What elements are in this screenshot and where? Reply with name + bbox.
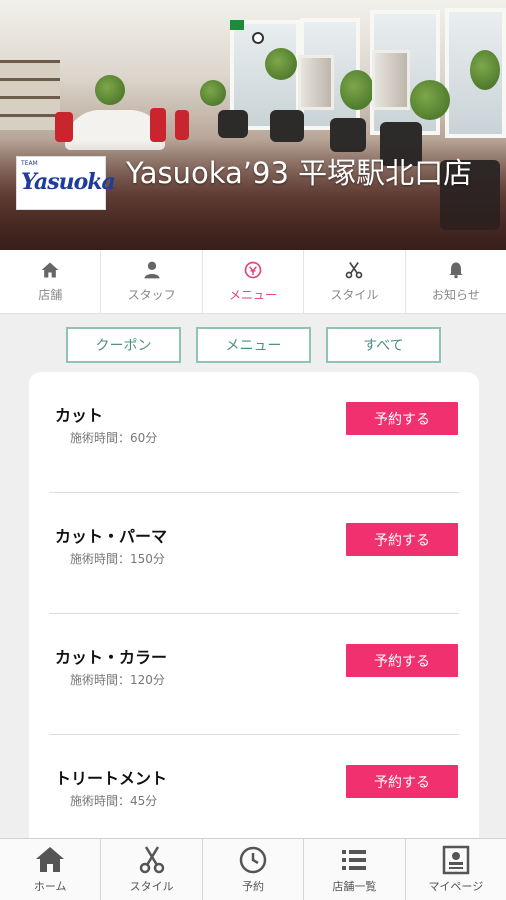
tab-label: メニュー bbox=[229, 288, 278, 302]
filter-menu-button[interactable]: メニュー bbox=[196, 327, 311, 363]
list-icon bbox=[342, 850, 367, 870]
menu-item-name: カット・パーマ bbox=[55, 527, 168, 546]
menu-item-name: カット・カラー bbox=[55, 648, 168, 667]
header-banner: TEAM Yasuoka Yasuoka’93 平塚駅北口店 bbox=[0, 0, 506, 250]
scissors-icon bbox=[346, 262, 363, 279]
bell-icon bbox=[449, 262, 463, 279]
home-icon bbox=[36, 847, 65, 872]
reserve-button[interactable]: 予約する bbox=[346, 402, 458, 435]
shop-logo: TEAM Yasuoka bbox=[16, 156, 116, 210]
nav-label: 店舗一覧 bbox=[332, 880, 377, 893]
tab-label: 店舗 bbox=[38, 288, 63, 302]
menu-item-name: トリートメント bbox=[55, 769, 168, 788]
nav-label: 予約 bbox=[242, 880, 265, 893]
tab-shop[interactable]: 店舗 bbox=[0, 250, 102, 313]
bottom-nav: ホーム スタイル 予約 店舗一覧 マイページ bbox=[0, 838, 506, 900]
clock-icon bbox=[239, 846, 267, 874]
reserve-button[interactable]: 予約する bbox=[346, 523, 458, 556]
reserve-button[interactable]: 予約する bbox=[346, 765, 458, 798]
nav-label: ホーム bbox=[33, 880, 67, 893]
reserve-button[interactable]: 予約する bbox=[346, 644, 458, 677]
tab-label: お知らせ bbox=[431, 288, 480, 302]
filter-coupon-button[interactable]: クーポン bbox=[66, 327, 181, 363]
shop-title: Yasuoka’93 平塚駅北口店 bbox=[126, 156, 473, 190]
menu-item: トリートメント 施術時間：45分 予約する bbox=[29, 735, 479, 852]
logo-team-text: TEAM bbox=[21, 160, 38, 167]
menu-item-duration: 施術時間：60分 bbox=[70, 431, 158, 445]
menu-item-duration: 施術時間：150分 bbox=[70, 552, 165, 566]
nav-reserve[interactable]: 予約 bbox=[203, 839, 305, 900]
tab-staff[interactable]: スタッフ bbox=[101, 250, 203, 313]
person-icon bbox=[144, 261, 160, 279]
tab-news[interactable]: お知らせ bbox=[406, 250, 506, 313]
tab-menu[interactable]: メニュー bbox=[203, 250, 305, 313]
menu-item-duration: 施術時間：120分 bbox=[70, 673, 165, 687]
menu-item-name: カット bbox=[55, 406, 104, 425]
menu-item: カット・カラー 施術時間：120分 予約する bbox=[29, 614, 479, 735]
home-icon bbox=[41, 262, 59, 278]
tab-style[interactable]: スタイル bbox=[304, 250, 406, 313]
nav-mypage[interactable]: マイページ bbox=[406, 839, 506, 900]
filter-all-button[interactable]: すべて bbox=[326, 327, 441, 363]
nav-style[interactable]: スタイル bbox=[101, 839, 203, 900]
menu-icon bbox=[244, 261, 262, 279]
top-tab-bar: 店舗 スタッフ メニュー スタイル お知らせ bbox=[0, 250, 506, 314]
menu-list: カット 施術時間：60分 予約する カット・パーマ 施術時間：150分 予約する… bbox=[29, 372, 479, 852]
tab-label: スタッフ bbox=[127, 288, 176, 302]
nav-label: マイページ bbox=[428, 880, 484, 893]
filter-bar: クーポン メニュー すべて bbox=[66, 327, 441, 363]
nav-shop-list[interactable]: 店舗一覧 bbox=[304, 839, 406, 900]
logo-mark: Yasuoka bbox=[21, 169, 116, 195]
menu-item-duration: 施術時間：45分 bbox=[70, 794, 158, 808]
tab-label: スタイル bbox=[330, 288, 379, 302]
menu-item: カット・パーマ 施術時間：150分 予約する bbox=[29, 493, 479, 614]
nav-home[interactable]: ホーム bbox=[0, 839, 102, 900]
scissors-icon bbox=[139, 846, 164, 874]
nav-label: スタイル bbox=[129, 880, 174, 893]
menu-item: カット 施術時間：60分 予約する bbox=[29, 372, 479, 493]
id-card-icon bbox=[442, 845, 470, 875]
